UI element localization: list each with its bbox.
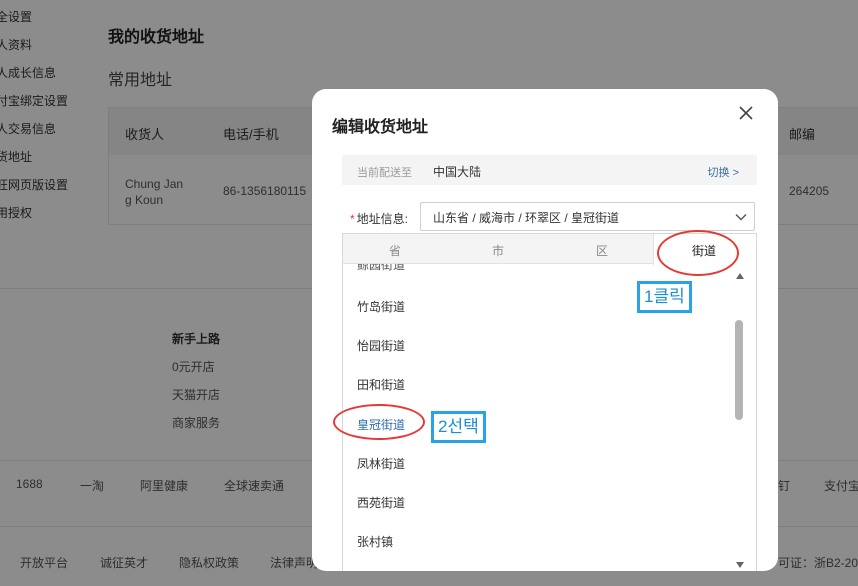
- tab-city[interactable]: 市: [492, 242, 504, 259]
- chevron-down-icon: [735, 214, 747, 221]
- callout-step-1: 1클릭: [637, 281, 692, 313]
- region-switch-link[interactable]: 切换 >: [708, 164, 739, 180]
- region-value: 中国大陆: [433, 165, 482, 179]
- dialog-title: 编辑收货地址: [332, 119, 429, 136]
- address-picker: 省 市 区 街道 鲸园街道 竹岛街道 怡园街道 田和街道 皇冠街道 凤林街道 西…: [342, 233, 757, 571]
- list-item-partial[interactable]: 鲸园街道: [357, 264, 405, 273]
- address-select[interactable]: 山东省 / 威海市 / 环翠区 / 皇冠街道: [420, 202, 755, 231]
- edit-address-dialog: 编辑收货地址 当前配送至 中国大陆 切换 > * 地址信息: 山东省 / 威海市 …: [312, 89, 778, 571]
- scroll-up-arrow-icon[interactable]: [735, 272, 745, 280]
- address-field-label: * 地址信息:: [350, 210, 408, 227]
- scroll-down-arrow-icon[interactable]: [735, 561, 745, 569]
- tab-province[interactable]: 省: [389, 242, 401, 259]
- delivery-region-bar: 当前配送至 中国大陆 切换 >: [342, 155, 757, 185]
- list-item[interactable]: 凤林街道: [357, 455, 405, 472]
- close-icon[interactable]: [736, 103, 756, 123]
- list-item[interactable]: 竹岛街道: [357, 298, 405, 315]
- highlight-ring-street-tab: [657, 230, 739, 276]
- list-item[interactable]: 怡园街道: [357, 337, 405, 354]
- address-label-text: 地址信息:: [356, 212, 409, 226]
- callout-step-2: 2선택: [431, 411, 486, 443]
- region-label: 当前配送至: [357, 167, 412, 179]
- highlight-ring-selected-item: [333, 404, 425, 440]
- list-item[interactable]: 田和街道: [357, 376, 405, 393]
- list-item[interactable]: 张村镇: [357, 533, 393, 550]
- list-item[interactable]: 西苑街道: [357, 494, 405, 511]
- required-marker: *: [350, 212, 355, 226]
- scrollbar-thumb[interactable]: [735, 320, 743, 420]
- address-select-value: 山东省 / 威海市 / 环翠区 / 皇冠街道: [433, 211, 620, 225]
- tab-district[interactable]: 区: [596, 242, 608, 259]
